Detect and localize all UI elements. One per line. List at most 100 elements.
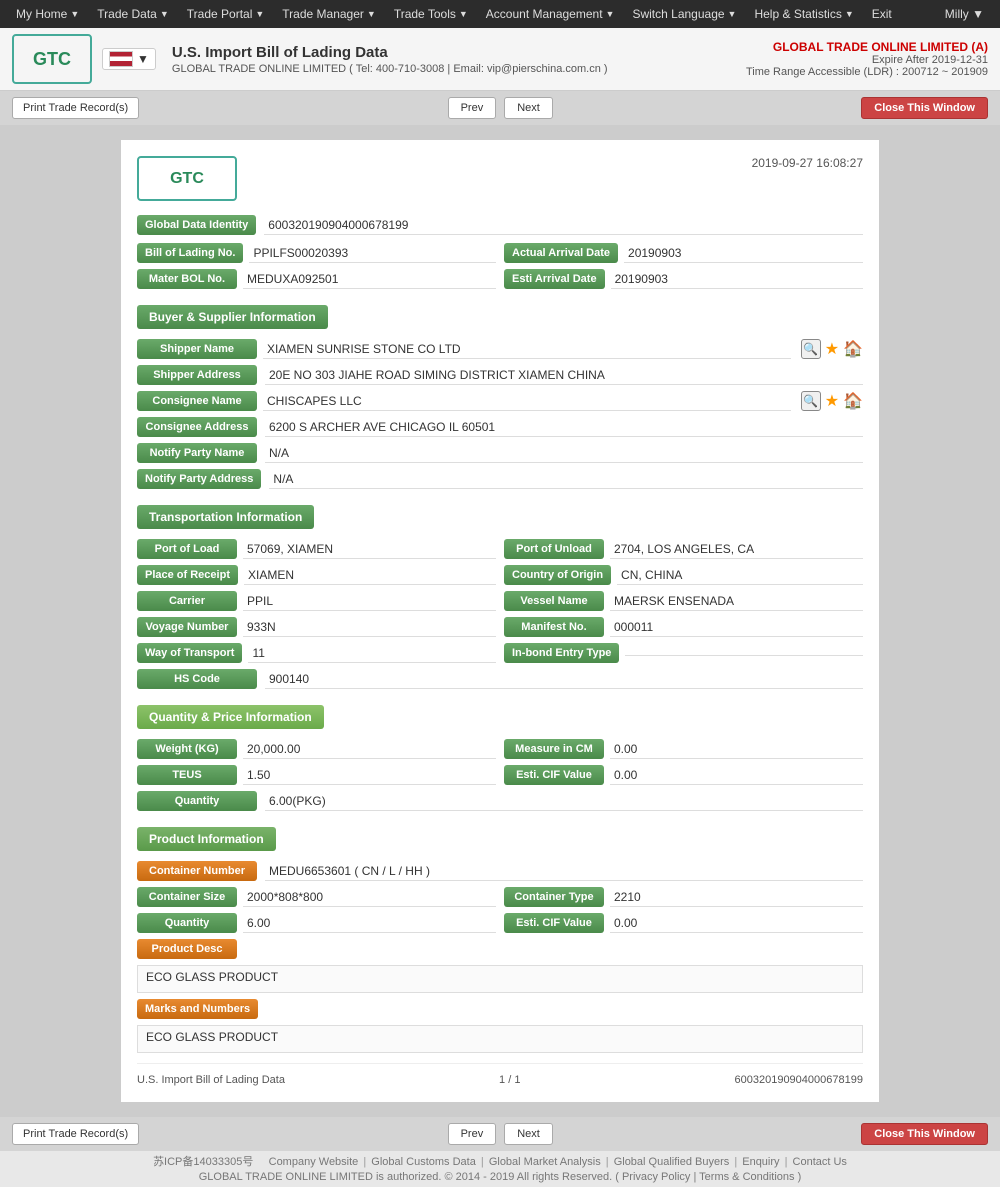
next-button-bottom[interactable]: Next [504, 1123, 553, 1145]
close-button-top[interactable]: Close This Window [861, 97, 988, 119]
product-section: Product Information Container Number MED… [137, 817, 863, 1053]
consignee-star-icon[interactable]: ★ [825, 391, 839, 411]
quantity-row: Quantity 6.00(PKG) [137, 791, 863, 811]
consignee-home-icon[interactable]: 🏠 [843, 391, 863, 411]
place-receipt-field: Place of Receipt XIAMEN [137, 565, 496, 585]
esti-arrival-field: Esti Arrival Date 20190903 [504, 269, 863, 289]
account-expire: Expire After 2019-12-31 [746, 54, 988, 66]
shipper-address-label: Shipper Address [137, 365, 257, 385]
transport-inbond-row: Way of Transport 11 In-bond Entry Type [137, 643, 863, 663]
record-logo: GTC [137, 156, 237, 201]
bol-no-value: PPILFS00020393 [249, 244, 496, 263]
next-button-top[interactable]: Next [504, 97, 553, 119]
esti-cif2-value: 0.00 [610, 914, 863, 933]
container-type-value: 2210 [610, 888, 863, 907]
voyage-number-label: Voyage Number [137, 617, 237, 637]
vessel-name-label: Vessel Name [504, 591, 604, 611]
close-button-bottom[interactable]: Close This Window [861, 1123, 988, 1145]
consignee-name-label: Consignee Name [137, 391, 257, 411]
shipper-star-icon[interactable]: ★ [825, 339, 839, 359]
shipper-search-icon[interactable]: 🔍 [801, 339, 821, 359]
top-navigation: My Home ▼ Trade Data ▼ Trade Portal ▼ Tr… [0, 0, 1000, 28]
measure-in-cm-value: 0.00 [610, 740, 863, 759]
nav-trade-portal[interactable]: Trade Portal ▼ [179, 3, 273, 25]
record-footer-id: 600320190904000678199 [735, 1074, 863, 1086]
nav-trade-tools[interactable]: Trade Tools ▼ [386, 3, 476, 25]
mater-bol-row: Mater BOL No. MEDUXA092501 Esti Arrival … [137, 269, 863, 289]
shipper-address-row: Shipper Address 20E NO 303 JIAHE ROAD SI… [137, 365, 863, 385]
qty2-cif2-row: Quantity 6.00 Esti. CIF Value 0.00 [137, 913, 863, 933]
shipper-home-icon[interactable]: 🏠 [843, 339, 863, 359]
transportation-header: Transportation Information [137, 505, 314, 529]
manifest-no-label: Manifest No. [504, 617, 604, 637]
buyer-supplier-header: Buyer & Supplier Information [137, 305, 328, 329]
quantity2-value: 6.00 [243, 914, 496, 933]
consignee-search-icon[interactable]: 🔍 [801, 391, 821, 411]
nav-exit[interactable]: Exit [864, 3, 900, 25]
bottom-toolbar-left: Print Trade Record(s) [12, 1123, 139, 1145]
toolbar-right: Close This Window [861, 97, 988, 119]
manifest-no-value: 000011 [610, 618, 863, 637]
print-button-top[interactable]: Print Trade Record(s) [12, 97, 139, 119]
consignee-name-row: Consignee Name CHISCAPES LLC 🔍 ★ 🏠 [137, 391, 863, 411]
buyer-supplier-section: Buyer & Supplier Information Shipper Nam… [137, 295, 863, 489]
teus-label: TEUS [137, 765, 237, 785]
nav-my-home[interactable]: My Home ▼ [8, 3, 87, 25]
measure-in-cm-label: Measure in CM [504, 739, 604, 759]
voyage-field: Voyage Number 933N [137, 617, 496, 637]
header-bar: GTC ▼ U.S. Import Bill of Lading Data GL… [0, 28, 1000, 91]
product-desc-header-row: Product Desc [137, 939, 863, 959]
nav-trade-tools-arrow: ▼ [459, 9, 468, 19]
global-data-identity-row: Global Data Identity 6003201909040006781… [137, 215, 863, 235]
nav-account-management[interactable]: Account Management ▼ [478, 3, 623, 25]
way-transport-field: Way of Transport 11 [137, 643, 496, 663]
country-of-origin-value: CN, CHINA [617, 566, 863, 585]
contact-us-link[interactable]: Contact Us [793, 1156, 847, 1168]
mater-bol-label: Mater BOL No. [137, 269, 237, 289]
shipper-name-value: XIAMEN SUNRISE STONE CO LTD [263, 340, 791, 359]
teus-field: TEUS 1.50 [137, 765, 496, 785]
us-flag-icon [109, 51, 133, 67]
notify-party-address-row: Notify Party Address N/A [137, 469, 863, 489]
prev-button-bottom[interactable]: Prev [448, 1123, 497, 1145]
record-timestamp: 2019-09-27 16:08:27 [752, 156, 863, 170]
notify-party-name-label: Notify Party Name [137, 443, 257, 463]
account-name: GLOBAL TRADE ONLINE LIMITED (A) [746, 40, 988, 54]
nav-help-arrow: ▼ [845, 9, 854, 19]
nav-switch-lang-arrow: ▼ [728, 9, 737, 19]
notify-party-name-value: N/A [265, 444, 863, 463]
nav-user[interactable]: Milly ▼ [937, 3, 992, 25]
account-info: GLOBAL TRADE ONLINE LIMITED (A) Expire A… [746, 40, 988, 78]
voyage-number-value: 933N [243, 618, 496, 637]
nav-trade-manager[interactable]: Trade Manager ▼ [274, 3, 384, 25]
bol-row: Bill of Lading No. PPILFS00020393 Actual… [137, 243, 863, 263]
teus-value: 1.50 [243, 766, 496, 785]
nav-trade-data[interactable]: Trade Data ▼ [89, 3, 177, 25]
carrier-value: PPIL [243, 592, 496, 611]
bottom-nav: Prev Next [448, 1123, 553, 1145]
flag-selector[interactable]: ▼ [102, 48, 156, 70]
shipper-name-actions: 🔍 ★ 🏠 [801, 339, 863, 359]
quantity2-label: Quantity [137, 913, 237, 933]
print-button-bottom[interactable]: Print Trade Record(s) [12, 1123, 139, 1145]
bottom-toolbar-right: Close This Window [861, 1123, 988, 1145]
place-of-receipt-label: Place of Receipt [137, 565, 238, 585]
nav-help-statistics[interactable]: Help & Statistics ▼ [746, 3, 861, 25]
shipper-name-label: Shipper Name [137, 339, 257, 359]
hs-code-row: HS Code 900140 [137, 669, 863, 689]
quantity-price-section: Quantity & Price Information Weight (KG)… [137, 695, 863, 811]
consignee-address-label: Consignee Address [137, 417, 257, 437]
page-title-area: U.S. Import Bill of Lading Data GLOBAL T… [156, 44, 746, 75]
notify-party-name-row: Notify Party Name N/A [137, 443, 863, 463]
voyage-manifest-row: Voyage Number 933N Manifest No. 000011 [137, 617, 863, 637]
port-unload-field: Port of Unload 2704, LOS ANGELES, CA [504, 539, 863, 559]
esti-arrival-label: Esti Arrival Date [504, 269, 605, 289]
inbond-field: In-bond Entry Type [504, 643, 863, 663]
record-footer-pages: 1 / 1 [499, 1074, 520, 1086]
carrier-field: Carrier PPIL [137, 591, 496, 611]
logo: GTC [12, 34, 92, 84]
weight-label: Weight (KG) [137, 739, 237, 759]
container-type-label: Container Type [504, 887, 604, 907]
prev-button-top[interactable]: Prev [448, 97, 497, 119]
nav-switch-language[interactable]: Switch Language ▼ [624, 3, 744, 25]
